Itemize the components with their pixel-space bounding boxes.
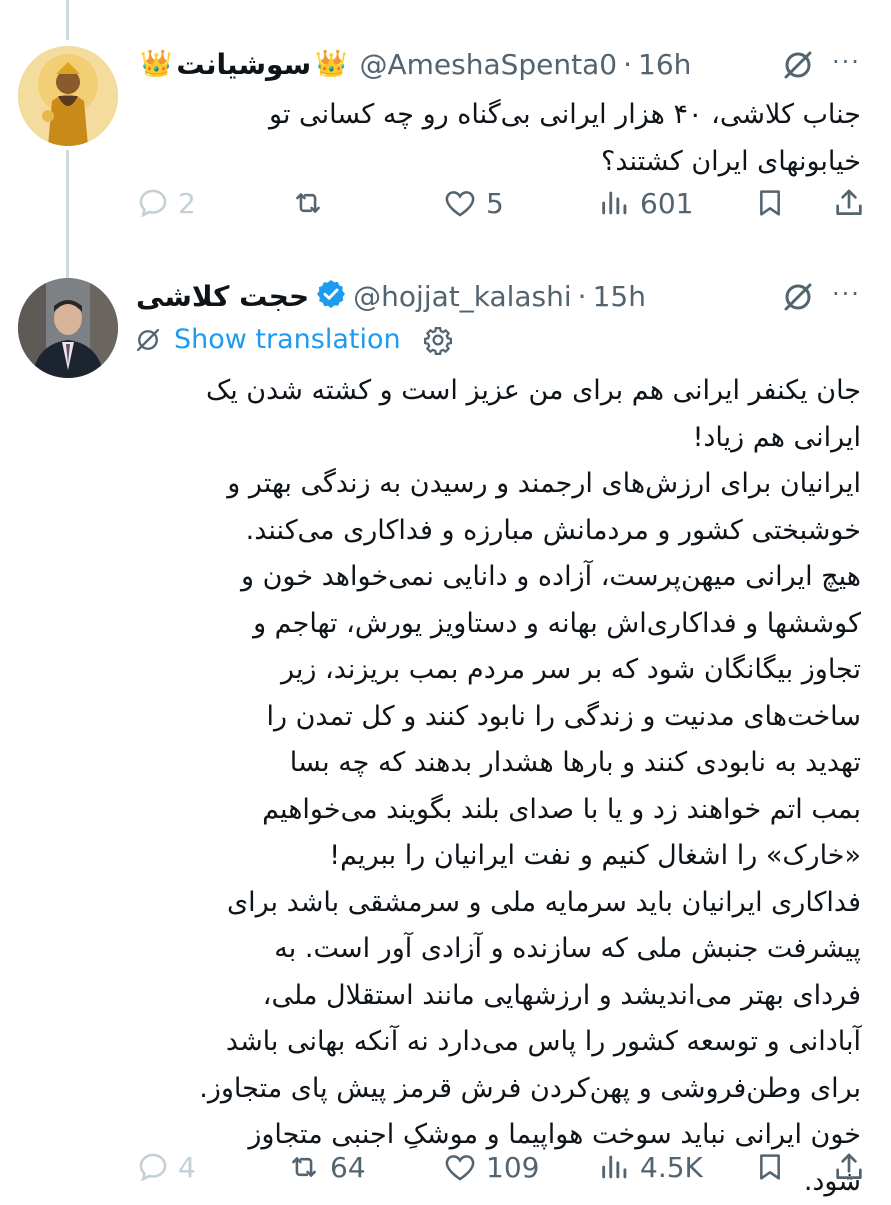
- action-bar: 2 5 601: [0, 186, 891, 230]
- reply-icon: [139, 1153, 167, 1182]
- timestamp[interactable]: 15h: [593, 280, 646, 313]
- action-bar: 4 64 109 4.5K: [0, 1150, 891, 1194]
- share-icon: [836, 1153, 862, 1179]
- tweet-header: حجت کلاشی @hojjat_kalashi · 15h: [136, 276, 646, 316]
- translate-icon: [136, 328, 160, 351]
- bookmark-button[interactable]: [754, 186, 786, 220]
- separator-dot: ·: [577, 279, 587, 313]
- grok-icon[interactable]: [781, 48, 815, 86]
- display-name[interactable]: حجت کلاشی: [136, 280, 309, 313]
- bookmark-icon: [760, 1154, 780, 1180]
- more-icon[interactable]: ···: [832, 48, 861, 76]
- retweet-count: 64: [330, 1150, 366, 1184]
- gear-icon[interactable]: [423, 325, 453, 355]
- timestamp[interactable]: 16h: [638, 48, 691, 81]
- heart-icon: [445, 1155, 475, 1181]
- tweet-text: جناب کلاشی، ۴۰ هزار ایرانی بی‌گناه رو چه…: [269, 99, 861, 177]
- avatar[interactable]: [18, 278, 118, 378]
- views-icon: [602, 1155, 627, 1179]
- views-count: 601: [640, 186, 694, 220]
- retweet-button[interactable]: 64: [286, 1150, 366, 1184]
- user-handle[interactable]: @AmeshaSpenta0: [359, 48, 617, 81]
- crown-icon: 👑: [315, 49, 348, 79]
- separator-dot: ·: [623, 47, 633, 81]
- share-icon: [836, 189, 862, 215]
- reply-count: 2: [178, 186, 196, 220]
- more-icon[interactable]: ···: [832, 280, 861, 308]
- user-handle[interactable]: @hojjat_kalashi: [353, 280, 572, 313]
- display-name[interactable]: سوشیانت: [176, 48, 311, 81]
- like-button[interactable]: 5: [442, 186, 504, 220]
- grok-icon[interactable]: [781, 280, 815, 318]
- retweet-icon: [296, 193, 320, 213]
- heart-icon: [445, 191, 475, 217]
- share-button[interactable]: [832, 186, 866, 220]
- reply-count: 4: [178, 1150, 196, 1184]
- retweet-icon: [292, 1157, 316, 1177]
- views-button[interactable]: 601: [598, 186, 693, 220]
- avatar-image: [18, 46, 118, 146]
- reply-button[interactable]: 2: [136, 186, 196, 220]
- thread-line-top: [66, 0, 69, 40]
- views-button[interactable]: 4.5K: [598, 1150, 703, 1184]
- reply-icon: [139, 189, 167, 218]
- avatar[interactable]: [18, 46, 118, 146]
- show-translation-link[interactable]: Show translation: [174, 324, 401, 355]
- avatar-image: [18, 278, 118, 378]
- share-button[interactable]: [832, 1150, 866, 1184]
- bookmark-button[interactable]: [754, 1150, 786, 1184]
- like-button[interactable]: 109: [442, 1150, 539, 1184]
- reply-button[interactable]: 4: [136, 1150, 196, 1184]
- tweet-header: 👑 سوشیانت 👑 @AmeshaSpenta0 · 16h: [136, 44, 691, 84]
- like-count: 5: [486, 186, 504, 220]
- bookmark-icon: [760, 190, 780, 216]
- show-translation-row: Show translation: [134, 324, 453, 355]
- retweet-button[interactable]: [290, 186, 334, 220]
- tweet-text: جان یکنفر ایرانی هم برای من عزیز است و ک…: [199, 375, 861, 1197]
- verified-badge-icon: [315, 278, 347, 314]
- like-count: 109: [486, 1150, 540, 1184]
- views-count: 4.5K: [640, 1150, 703, 1184]
- views-icon: [602, 191, 627, 215]
- crown-icon: 👑: [140, 49, 173, 79]
